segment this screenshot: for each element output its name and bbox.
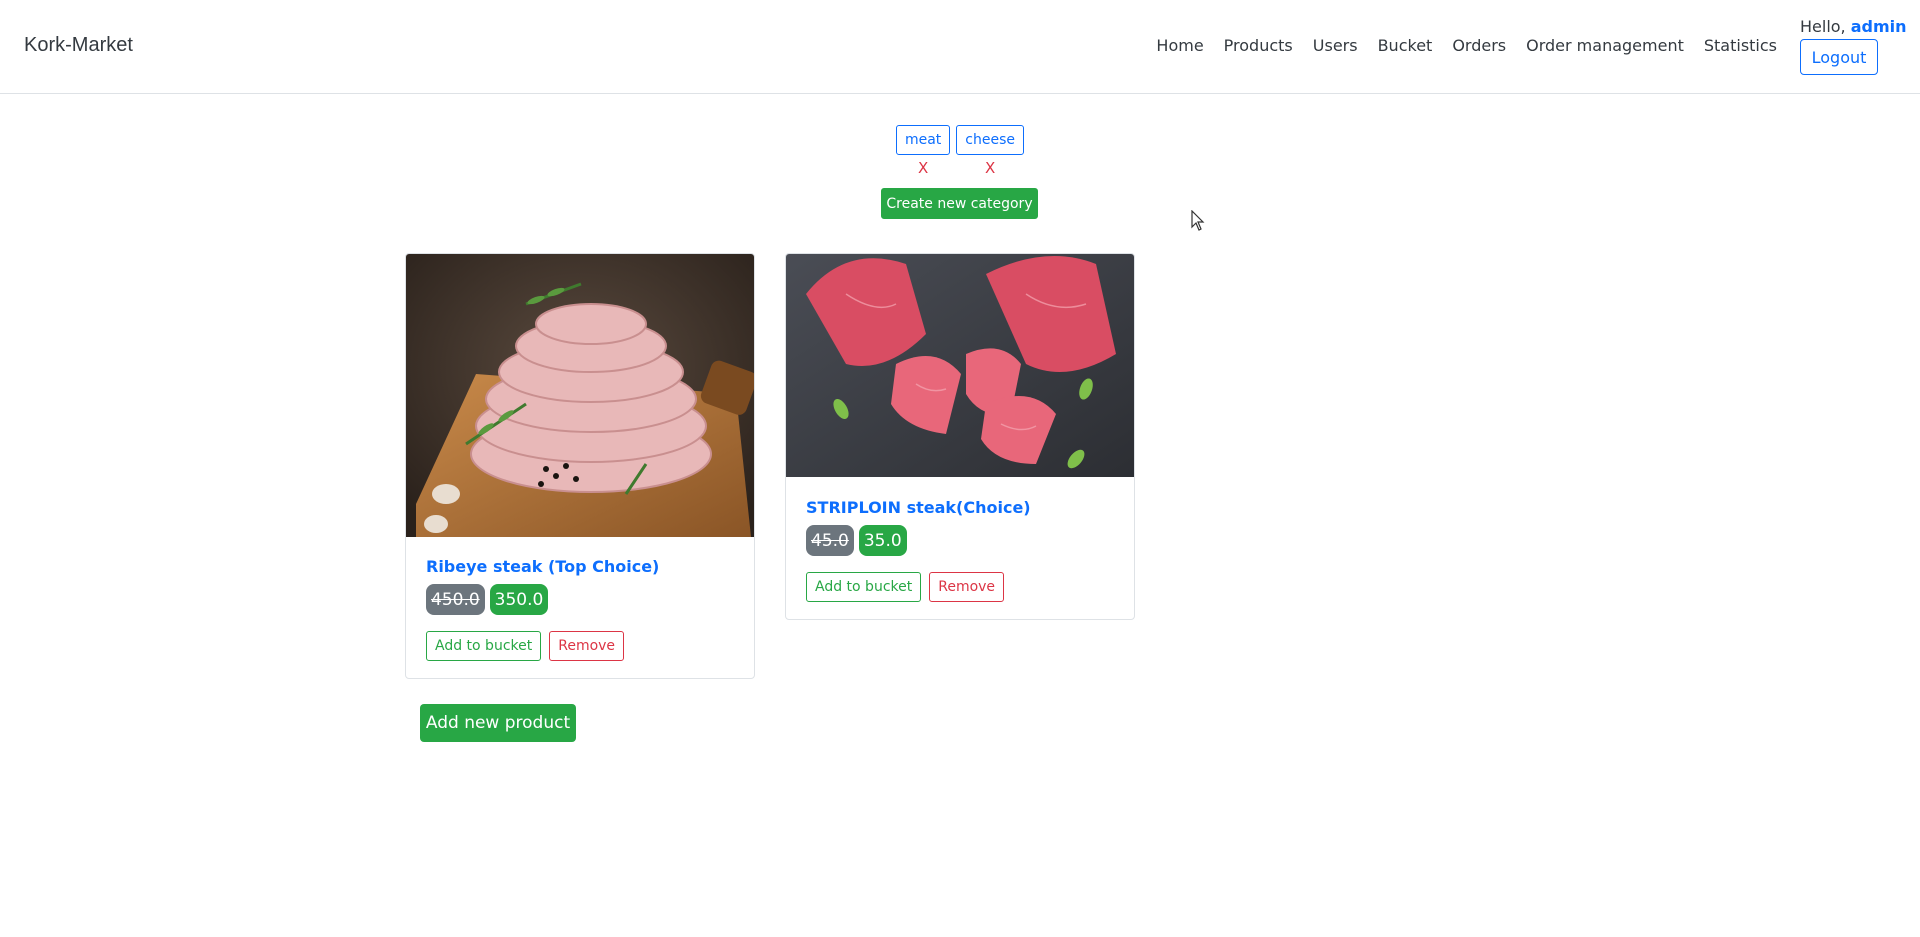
category-item: meat X: [895, 125, 951, 177]
nav-products[interactable]: Products: [1214, 36, 1303, 55]
product-card: Ribeye steak (Top Choice) 450.0 350.0 Ad…: [405, 253, 755, 679]
nav-home[interactable]: Home: [1146, 36, 1213, 55]
logout-button[interactable]: Logout: [1800, 39, 1878, 75]
mouse-cursor-icon: [1191, 210, 1205, 231]
category-button-meat[interactable]: meat: [895, 125, 951, 155]
remove-product-button[interactable]: Remove: [929, 572, 1005, 602]
create-category-button[interactable]: Create new category: [881, 188, 1038, 219]
nav-order-management[interactable]: Order management: [1516, 36, 1694, 55]
price-row: 450.0 350.0: [426, 584, 659, 615]
price-row: 45.0 35.0: [806, 525, 1031, 556]
add-to-bucket-button[interactable]: Add to bucket: [806, 572, 922, 602]
card-body: STRIPLOIN steak(Choice) 45.0 35.0 Add to…: [806, 498, 1031, 602]
new-price-badge: 350.0: [489, 584, 549, 615]
product-title[interactable]: STRIPLOIN steak(Choice): [806, 498, 1031, 517]
product-image-sausage: [406, 254, 754, 537]
card-actions: Add to bucket Remove: [806, 572, 1031, 602]
add-new-product-button[interactable]: Add new product: [420, 704, 576, 742]
category-list: meat X cheese X: [0, 125, 1920, 177]
username-link[interactable]: admin: [1851, 17, 1907, 36]
nav-links: Home Products Users Bucket Orders Order …: [1146, 36, 1787, 55]
old-price-badge: 450.0: [426, 584, 485, 615]
brand-logo[interactable]: Kork-Market: [24, 34, 133, 57]
product-image-tuna: [786, 254, 1134, 477]
product-card: STRIPLOIN steak(Choice) 45.0 35.0 Add to…: [785, 253, 1135, 620]
nav-users[interactable]: Users: [1303, 36, 1368, 55]
category-button-cheese[interactable]: cheese: [956, 125, 1025, 155]
remove-category-meat[interactable]: X: [918, 159, 928, 177]
remove-product-button[interactable]: Remove: [549, 631, 625, 661]
card-actions: Add to bucket Remove: [426, 631, 659, 661]
navbar: Kork-Market Home Products Users Bucket O…: [0, 0, 1920, 94]
card-body: Ribeye steak (Top Choice) 450.0 350.0 Ad…: [426, 557, 659, 661]
add-to-bucket-button[interactable]: Add to bucket: [426, 631, 542, 661]
user-box: Hello, admin Logout: [1800, 17, 1910, 75]
product-title[interactable]: Ribeye steak (Top Choice): [426, 557, 659, 576]
old-price-badge: 45.0: [806, 525, 854, 556]
nav-orders[interactable]: Orders: [1442, 36, 1516, 55]
greeting-prefix: Hello,: [1800, 17, 1846, 36]
nav-statistics[interactable]: Statistics: [1694, 36, 1787, 55]
new-price-badge: 35.0: [858, 525, 907, 556]
category-item: cheese X: [956, 125, 1025, 177]
nav-bucket[interactable]: Bucket: [1368, 36, 1443, 55]
greeting: Hello, admin: [1800, 17, 1910, 36]
remove-category-cheese[interactable]: X: [985, 159, 995, 177]
